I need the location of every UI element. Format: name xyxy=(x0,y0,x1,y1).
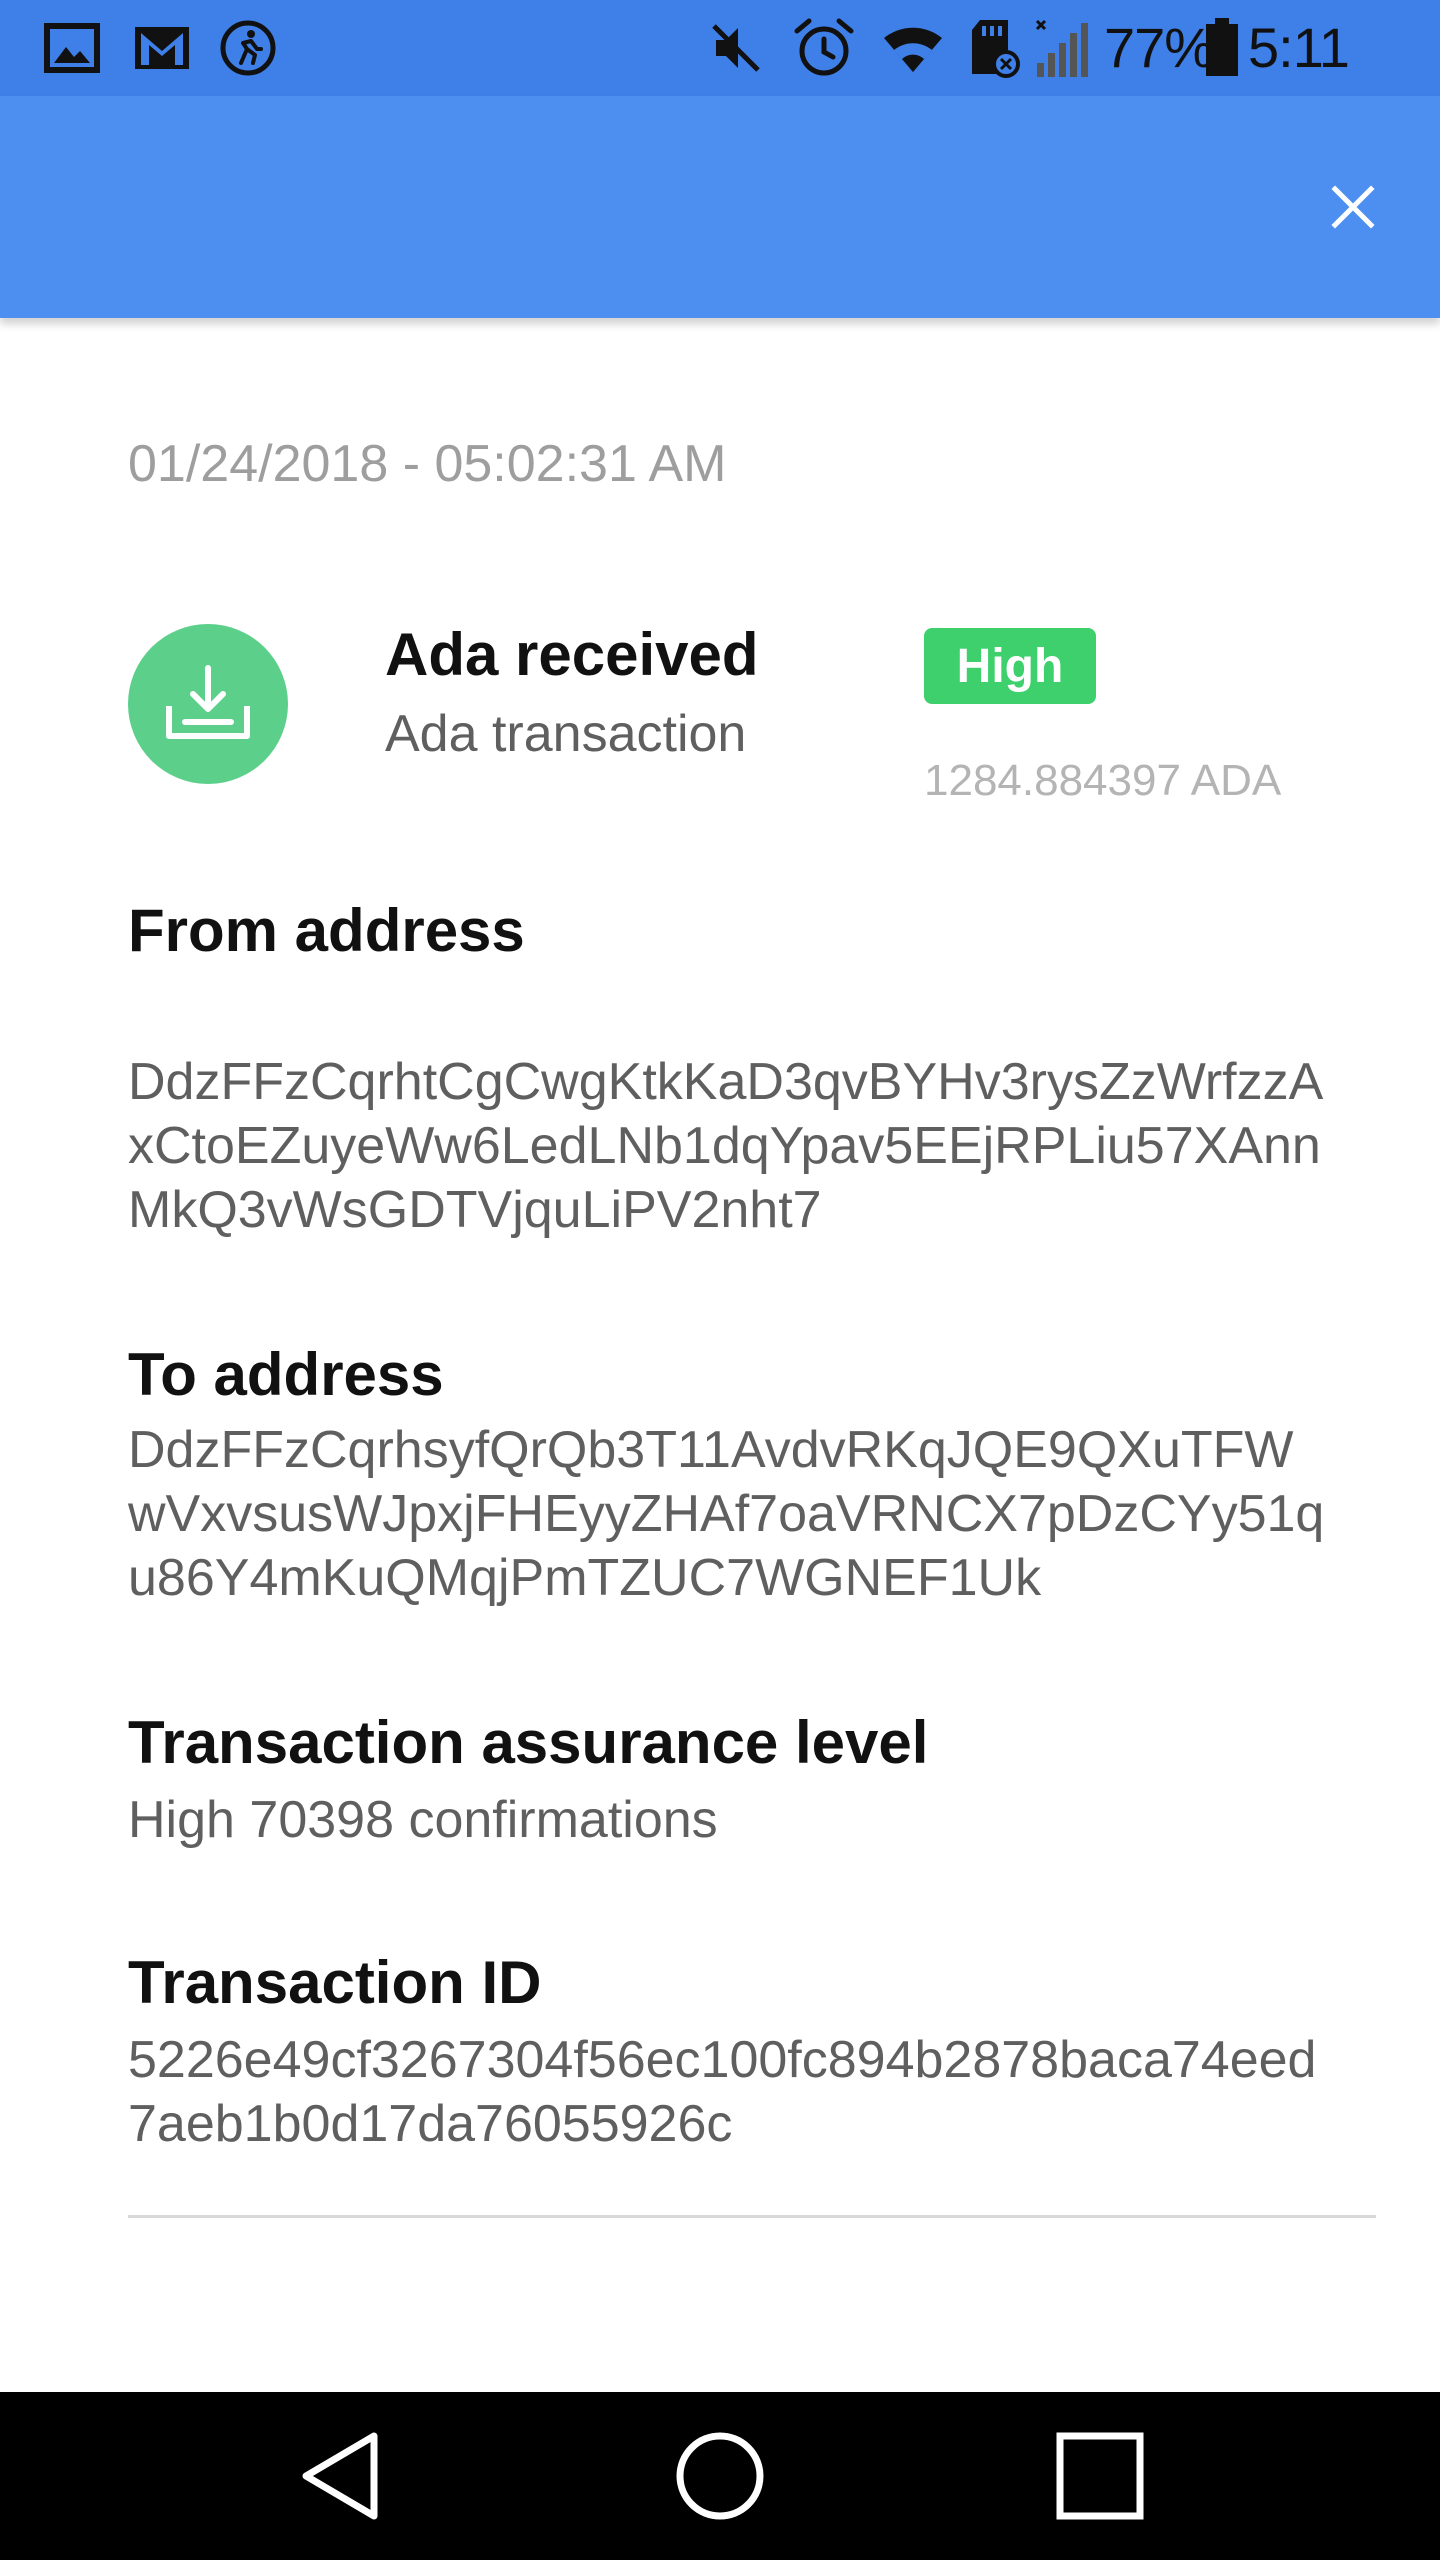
from-address-label: From address xyxy=(128,897,525,964)
signal-icon xyxy=(1030,18,1090,78)
wifi-icon xyxy=(878,18,948,78)
to-address-value: DdzFFzCqrhsyfQrQb3T11AvdvRKqJQE9QXuTFWwV… xyxy=(128,1421,1325,1607)
app-bar xyxy=(0,96,1440,318)
recents-button[interactable] xyxy=(1040,2416,1160,2536)
received-badge-circle xyxy=(128,624,288,784)
transaction-subtitle: Ada transaction xyxy=(385,705,747,763)
divider xyxy=(128,2215,1376,2218)
gmail-icon xyxy=(130,18,194,78)
recents-icon xyxy=(1056,2432,1144,2520)
mute-icon xyxy=(706,18,766,78)
home-button[interactable] xyxy=(660,2416,780,2536)
transaction-title: Ada received xyxy=(385,621,759,688)
home-icon xyxy=(676,2432,764,2520)
transaction-amount: 1284.884397 ADA xyxy=(924,756,1282,805)
sd-card-icon xyxy=(966,18,1022,78)
battery-percent: 77% xyxy=(1104,16,1214,79)
status-bar: 77% 5:11 PM xyxy=(0,0,1440,147)
transaction-id-label: Transaction ID xyxy=(128,1949,542,2016)
navigation-bar xyxy=(0,2392,1440,2560)
close-button[interactable] xyxy=(1306,160,1400,254)
to-address-label: To address xyxy=(128,1341,444,1408)
gallery-icon xyxy=(40,18,104,78)
transaction-detail-screen: 77% 5:11 PM 01/24/2018 - 05:02:31 AM Ada… xyxy=(0,0,1440,2560)
from-address-value: DdzFFzCqrhtCgCwgKtkKaD3qvBYHv3rysZzWrfzz… xyxy=(128,1053,1324,1239)
fitness-icon xyxy=(216,18,280,78)
alarm-icon xyxy=(792,18,856,78)
transaction-id-value: 5226e49cf3267304f56ec100fc894b2878baca74… xyxy=(128,2031,1317,2153)
back-button[interactable] xyxy=(280,2416,400,2536)
download-icon xyxy=(166,665,250,739)
back-icon xyxy=(302,2432,378,2520)
assurance-badge: High xyxy=(924,628,1096,704)
transaction-date: 01/24/2018 - 05:02:31 AM xyxy=(128,435,727,493)
battery-icon xyxy=(1202,18,1242,78)
assurance-level-label: Transaction assurance level xyxy=(128,1709,929,1776)
close-icon xyxy=(1331,185,1375,229)
assurance-level-value: High 70398 confirmations xyxy=(128,1791,718,1849)
